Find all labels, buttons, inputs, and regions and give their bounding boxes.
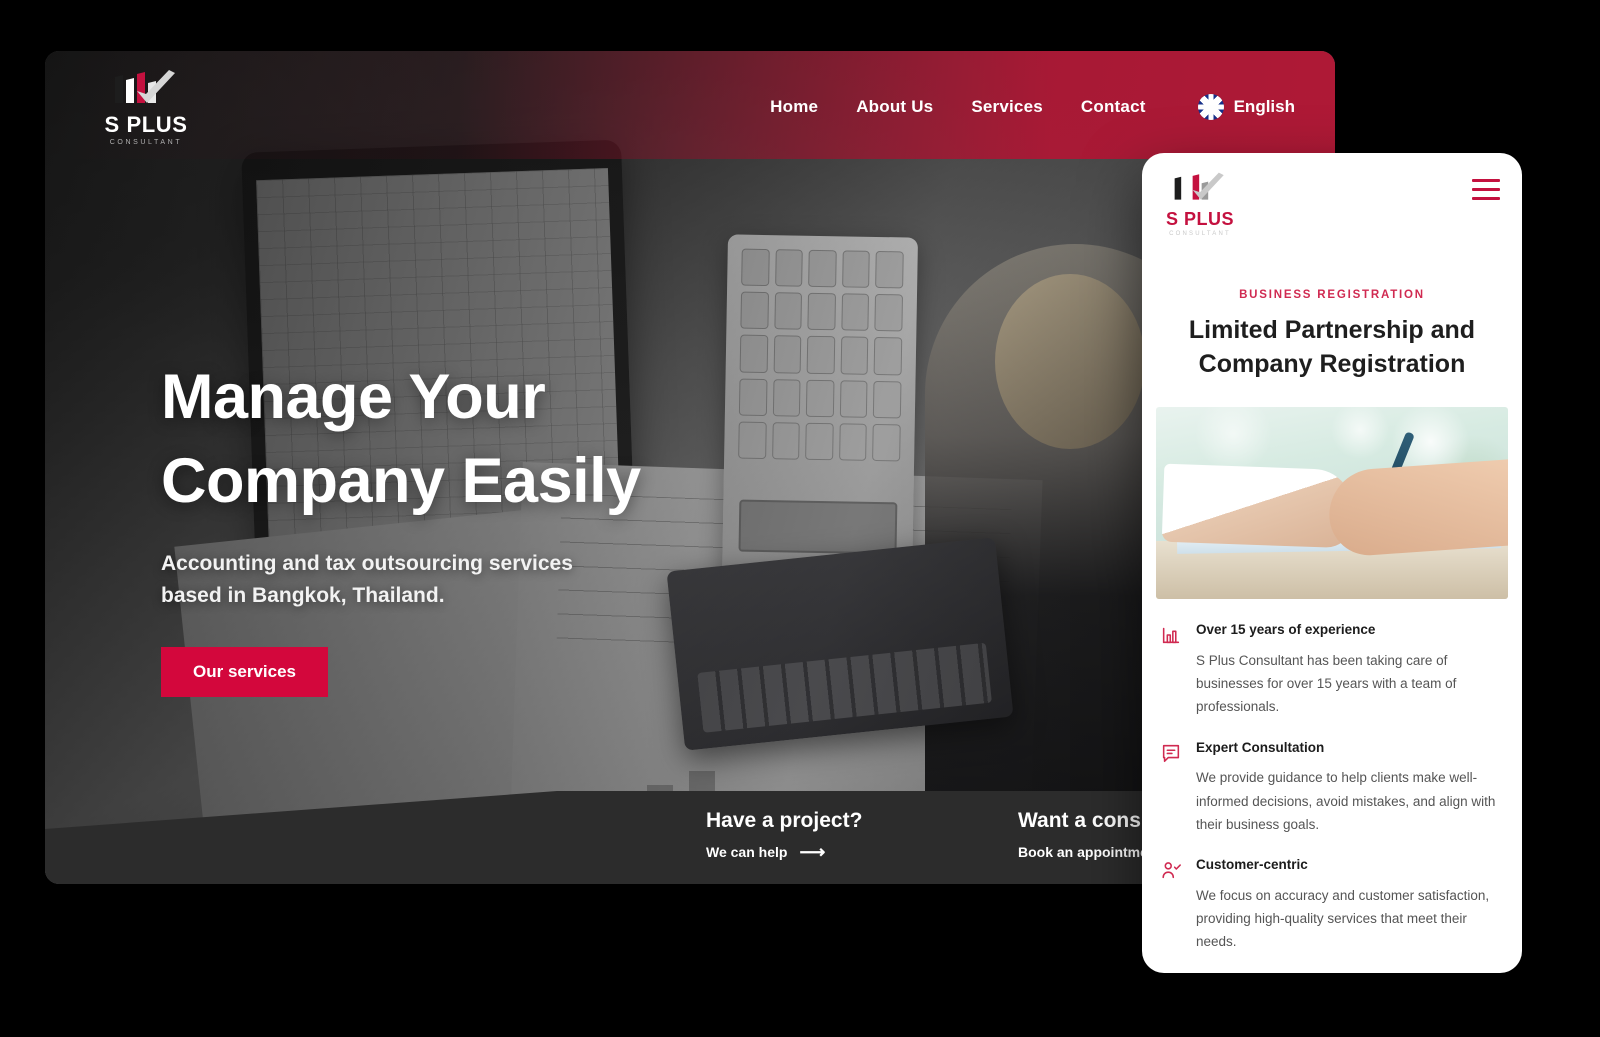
hero-subtitle-line-1: Accounting and tax outsourcing services [161, 551, 573, 575]
hero-title: Manage Your Company Easily [161, 356, 641, 524]
feature-title: Customer-centric [1196, 857, 1308, 873]
cta-link-label: Book an appointment [1018, 844, 1162, 860]
uk-flag-icon [1197, 94, 1224, 120]
mobile-page-title: Limited Partnership and Company Registra… [1142, 313, 1522, 381]
nav-item-home[interactable]: Home [770, 97, 818, 117]
desktop-top-navigation: S PLUS CONSULTANT Home About Us Services… [45, 51, 1335, 163]
s-plus-logo-icon [1173, 171, 1227, 207]
our-services-button[interactable]: Our services [161, 646, 329, 697]
nav-item-services[interactable]: Services [971, 97, 1043, 117]
feature-description: We focus on accuracy and customer satisf… [1196, 887, 1490, 950]
nav-item-contact[interactable]: Contact [1081, 97, 1146, 117]
hero-title-line-2: Company Easily [161, 445, 641, 516]
signing-document-photo [1156, 407, 1508, 599]
feature-item: Over 15 years of experience S Plus Consu… [1160, 621, 1500, 719]
mobile-title-line-1: Limited Partnership and [1188, 316, 1476, 344]
brand-tagline: CONSULTANT [109, 138, 183, 146]
mobile-title-line-2: Company Registration [1198, 350, 1466, 378]
feature-title: Over 15 years of experience [1196, 622, 1376, 637]
hero-subtitle-line-2: based in Bangkok, Thailand. [161, 584, 445, 608]
bar-chart-icon [1160, 621, 1184, 719]
feature-title: Expert Consultation [1196, 739, 1325, 755]
mobile-feature-list: Over 15 years of experience S Plus Consu… [1142, 599, 1522, 954]
cta-link-label: We can help [706, 844, 788, 860]
cta-we-can-help-link[interactable]: We can help ⟶ [706, 843, 862, 861]
feature-body: Customer-centric We focus on accuracy an… [1196, 856, 1500, 954]
site-logo[interactable]: S PLUS CONSULTANT [71, 69, 221, 146]
language-switcher[interactable]: English [1197, 94, 1295, 120]
chat-bubble-icon [1160, 739, 1184, 837]
arrow-right-icon: ⟶ [799, 842, 826, 862]
brand-name: S PLUS [104, 111, 188, 137]
mobile-preview-card: S PLUS CONSULTANT BUSINESS REGISTRATION … [1142, 153, 1522, 973]
cta-title: Have a project? [706, 809, 863, 832]
mobile-header: S PLUS CONSULTANT [1142, 153, 1522, 237]
hero-content: Manage Your Company Easily Accounting an… [161, 356, 641, 697]
cta-have-a-project: Have a project? We can help ⟶ [706, 809, 862, 861]
feature-description: S Plus Consultant has been taking care o… [1196, 652, 1457, 715]
hero-title-line-1: Manage Your [161, 362, 546, 432]
language-label: English [1233, 97, 1295, 116]
user-check-icon [1160, 856, 1184, 954]
nav-item-about-us[interactable]: About Us [856, 97, 933, 117]
feature-body: Over 15 years of experience S Plus Consu… [1196, 621, 1500, 719]
feature-body: Expert Consultation We provide guidance … [1196, 739, 1500, 837]
mobile-site-logo[interactable]: S PLUS CONSULTANT [1166, 171, 1234, 237]
feature-item: Customer-centric We focus on accuracy an… [1160, 856, 1500, 954]
nav-links: Home About Us Services Contact English [770, 94, 1295, 120]
feature-description: We provide guidance to help clients make… [1196, 770, 1496, 832]
photo-hand-left [1161, 463, 1355, 549]
photo-hand-right [1326, 458, 1508, 558]
s-plus-logo-icon [113, 69, 179, 111]
mobile-eyebrow-label: BUSINESS REGISTRATION [1239, 289, 1425, 301]
hero-subtitle: Accounting and tax outsourcing services … [161, 548, 641, 613]
mobile-brand-name: S PLUS [1166, 209, 1235, 229]
feature-item: Expert Consultation We provide guidance … [1160, 739, 1500, 837]
mobile-brand-tagline: CONSULTANT [1169, 231, 1231, 237]
hamburger-menu-icon[interactable] [1472, 171, 1500, 200]
